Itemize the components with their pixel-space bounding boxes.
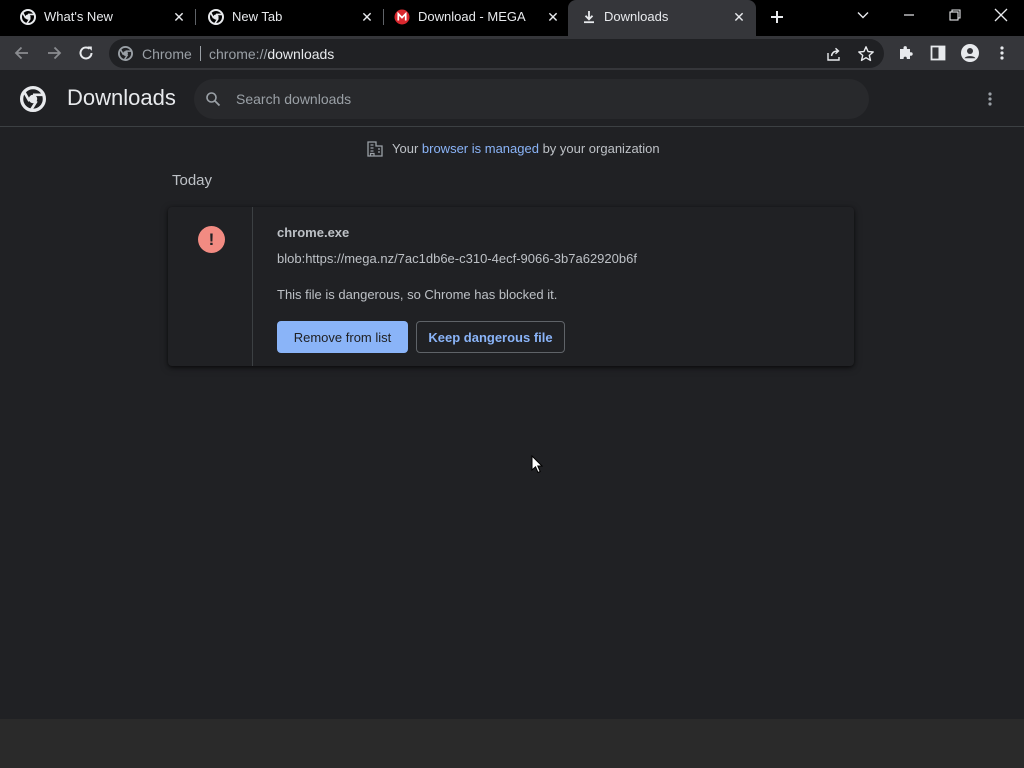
- minimize-button[interactable]: [886, 0, 932, 30]
- close-tab-icon[interactable]: ✕: [170, 8, 188, 26]
- side-panel-icon: [930, 45, 946, 61]
- restore-icon: [949, 9, 961, 21]
- managed-notice-text: Your browser is managed by your organiza…: [392, 141, 660, 156]
- keep-dangerous-file-button[interactable]: Keep dangerous file: [416, 321, 565, 353]
- managed-link[interactable]: browser is managed: [422, 141, 539, 156]
- chrome-icon: [20, 9, 36, 25]
- forward-button[interactable]: [43, 42, 65, 64]
- share-button[interactable]: [825, 45, 843, 63]
- download-icon: [584, 11, 594, 24]
- avatar-icon: [961, 44, 979, 62]
- reload-icon: [79, 46, 93, 60]
- page-title: Downloads: [67, 85, 176, 110]
- extensions-button[interactable]: [895, 42, 917, 64]
- close-tab-icon[interactable]: ✕: [358, 8, 376, 26]
- file-status-text: This file is dangerous, so Chrome has bl…: [277, 287, 558, 302]
- chevron-down-icon: [857, 12, 869, 19]
- puzzle-icon: [900, 46, 913, 59]
- chrome-menu-button[interactable]: [991, 42, 1013, 64]
- kebab-menu-icon: [988, 92, 992, 106]
- star-icon: [858, 46, 874, 62]
- tab-strip: What's New ✕ New Tab ✕ Download - MEGA ✕…: [0, 0, 1024, 36]
- tab-whats-new[interactable]: What's New ✕: [8, 0, 194, 34]
- download-item-card: ! chrome.exe blob:https://mega.nz/7ac1db…: [168, 207, 854, 366]
- file-name: chrome.exe: [277, 225, 350, 240]
- managed-suffix: by your organization: [538, 141, 660, 156]
- kebab-menu-icon: [1000, 46, 1004, 60]
- danger-icon: !: [198, 226, 225, 253]
- close-tab-icon[interactable]: ✕: [730, 8, 748, 26]
- search-input[interactable]: [236, 89, 836, 109]
- bookmark-button[interactable]: [857, 45, 875, 63]
- downloads-header: Downloads: [0, 71, 1024, 127]
- card-divider: [252, 207, 253, 366]
- downloads-menu-button[interactable]: [983, 89, 997, 109]
- url-host: downloads: [267, 46, 335, 62]
- chrome-icon: [208, 9, 224, 25]
- tab-new-tab[interactable]: New Tab ✕: [196, 0, 382, 34]
- arrow-left-icon: [14, 46, 28, 60]
- close-tab-icon[interactable]: ✕: [544, 8, 562, 26]
- plus-icon: [771, 11, 783, 23]
- tab-title: Downloads: [604, 9, 669, 24]
- close-window-button[interactable]: [978, 0, 1024, 30]
- address-bar[interactable]: Chrome chrome://downloads: [109, 39, 884, 68]
- tab-title: New Tab: [232, 9, 283, 24]
- building-icon: [367, 141, 383, 157]
- search-box[interactable]: [194, 79, 869, 119]
- side-panel-button[interactable]: [927, 42, 949, 64]
- tab-downloads[interactable]: Downloads ✕: [568, 0, 756, 36]
- url-scheme: chrome://: [209, 46, 268, 62]
- search-icon: [206, 92, 221, 107]
- profile-button[interactable]: [959, 42, 981, 64]
- close-icon: [994, 8, 1008, 22]
- restore-button[interactable]: [932, 0, 978, 30]
- file-url[interactable]: blob:https://mega.nz/7ac1db6e-c310-4ecf-…: [277, 251, 637, 266]
- tab-search-button[interactable]: [840, 0, 886, 30]
- tab-title: What's New: [44, 9, 113, 24]
- back-button[interactable]: [11, 42, 33, 64]
- minimize-icon: [904, 14, 914, 16]
- url-text: chrome://downloads: [209, 46, 334, 62]
- chrome-logo-icon: [20, 86, 46, 112]
- bottom-bar: [0, 719, 1024, 768]
- date-group-label: Today: [172, 172, 213, 189]
- mouse-cursor-icon: [531, 455, 543, 474]
- reload-button[interactable]: [75, 42, 97, 64]
- new-tab-button[interactable]: [767, 7, 787, 27]
- remove-from-list-button[interactable]: Remove from list: [277, 321, 408, 353]
- mega-icon: [394, 9, 410, 25]
- share-icon: [827, 47, 840, 61]
- toolbar: Chrome chrome://downloads: [0, 36, 1024, 70]
- managed-prefix: Your: [392, 141, 422, 156]
- chip-divider: [200, 46, 201, 61]
- tab-download-mega[interactable]: Download - MEGA ✕: [384, 0, 568, 34]
- chrome-icon: [118, 46, 133, 61]
- arrow-right-icon: [48, 46, 62, 60]
- tab-title: Download - MEGA: [418, 9, 526, 24]
- site-chip-label: Chrome: [142, 46, 192, 62]
